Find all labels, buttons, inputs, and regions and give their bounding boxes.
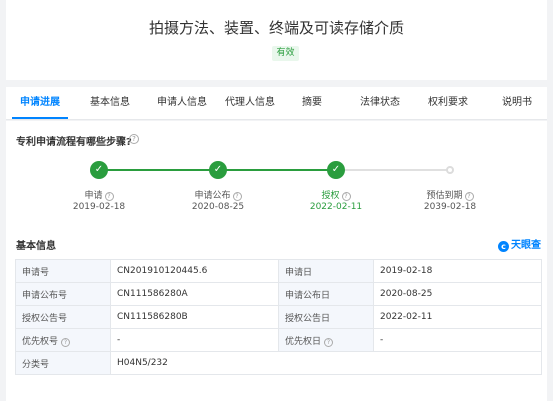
brand-logo[interactable]: c 天眼查 xyxy=(498,236,541,252)
table-value: H04N5/232 xyxy=(110,351,542,375)
table-value: 2020-08-25 xyxy=(373,282,542,306)
table-key: 申请公布号 xyxy=(15,282,111,306)
table-value: - xyxy=(110,328,279,352)
basic-info-table: 申请号 CN201910120445.6 申请日 2019-02-18 申请公布… xyxy=(15,259,542,375)
table-row: 授权公告号 CN111586280B 授权公告日 2022-02-11 xyxy=(15,305,542,329)
table-key: 申请公布日 xyxy=(278,282,374,306)
tab-legal-status[interactable]: 法律状态 xyxy=(352,87,408,119)
main-panel: 专利申请流程有哪些步骤? ? ✓ ✓ ✓ 申请? 2019-02-18 申请公布… xyxy=(6,121,547,401)
step-label: 预估到期? xyxy=(405,188,495,201)
check-icon: ✓ xyxy=(90,161,108,179)
table-row: 优先权号? - 优先权日? - xyxy=(15,328,542,352)
table-value: 2019-02-18 xyxy=(373,259,542,283)
check-icon: ✓ xyxy=(209,161,227,179)
help-icon[interactable]: ? xyxy=(464,192,474,201)
tab-applicant-info[interactable]: 申请人信息 xyxy=(150,87,214,119)
step-date: 2022-02-11 xyxy=(309,202,363,212)
step-label: 授权? xyxy=(291,188,381,201)
help-icon[interactable]: ? xyxy=(61,337,71,347)
check-icon: ✓ xyxy=(327,161,345,179)
table-value: CN111586280B xyxy=(110,305,279,329)
tab-agent-info[interactable]: 代理人信息 xyxy=(218,87,282,119)
table-row: 申请公布号 CN111586280A 申请公布日 2020-08-25 xyxy=(15,282,542,306)
step-label: 申请? xyxy=(54,188,144,201)
help-icon[interactable]: ? xyxy=(129,134,139,144)
step-date: 2020-08-25 xyxy=(191,202,245,212)
tab-description[interactable]: 说明书 xyxy=(495,87,539,119)
process-question: 专利申请流程有哪些步骤? xyxy=(16,137,132,148)
table-row: 分类号 H04N5/232 xyxy=(15,351,542,375)
table-key: 分类号 xyxy=(15,351,111,375)
section-title: 基本信息 xyxy=(16,241,56,252)
table-value: - xyxy=(373,328,542,352)
tab-bar: 申请进展 基本信息 申请人信息 代理人信息 摘要 法律状态 权利要求 说明书 xyxy=(6,87,547,120)
tab-claims[interactable]: 权利要求 xyxy=(420,87,476,119)
tab-progress[interactable]: 申请进展 xyxy=(12,87,68,119)
table-value: CN111586280A xyxy=(110,282,279,306)
table-row: 申请号 CN201910120445.6 申请日 2019-02-18 xyxy=(15,259,542,283)
step-date: 2019-02-18 xyxy=(72,202,126,212)
help-icon[interactable]: ? xyxy=(104,192,114,201)
step-date: 2039-02-18 xyxy=(423,202,477,212)
patent-header: 拍摄方法、装置、终端及可读存储介质 有效 xyxy=(6,0,547,80)
table-key: 申请日 xyxy=(278,259,374,283)
table-key: 申请号 xyxy=(15,259,111,283)
table-key: 优先权号? xyxy=(15,328,111,352)
tab-abstract[interactable]: 摘要 xyxy=(294,87,330,119)
tianyancha-logo-icon: c xyxy=(498,241,509,252)
help-icon[interactable]: ? xyxy=(341,192,351,201)
status-badge: 有效 xyxy=(272,46,299,61)
table-value: CN201910120445.6 xyxy=(110,259,279,283)
table-value: 2022-02-11 xyxy=(373,305,542,329)
tab-basic-info[interactable]: 基本信息 xyxy=(82,87,138,119)
help-icon[interactable]: ? xyxy=(232,192,242,201)
pending-dot-icon xyxy=(446,166,454,174)
table-key: 优先权日? xyxy=(278,328,374,352)
patent-title: 拍摄方法、装置、终端及可读存储介质 xyxy=(148,19,404,37)
help-icon[interactable]: ? xyxy=(324,337,334,347)
table-key: 授权公告日 xyxy=(278,305,374,329)
timeline-line-pending xyxy=(336,169,451,171)
step-label: 申请公布? xyxy=(173,188,263,201)
table-key: 授权公告号 xyxy=(15,305,111,329)
